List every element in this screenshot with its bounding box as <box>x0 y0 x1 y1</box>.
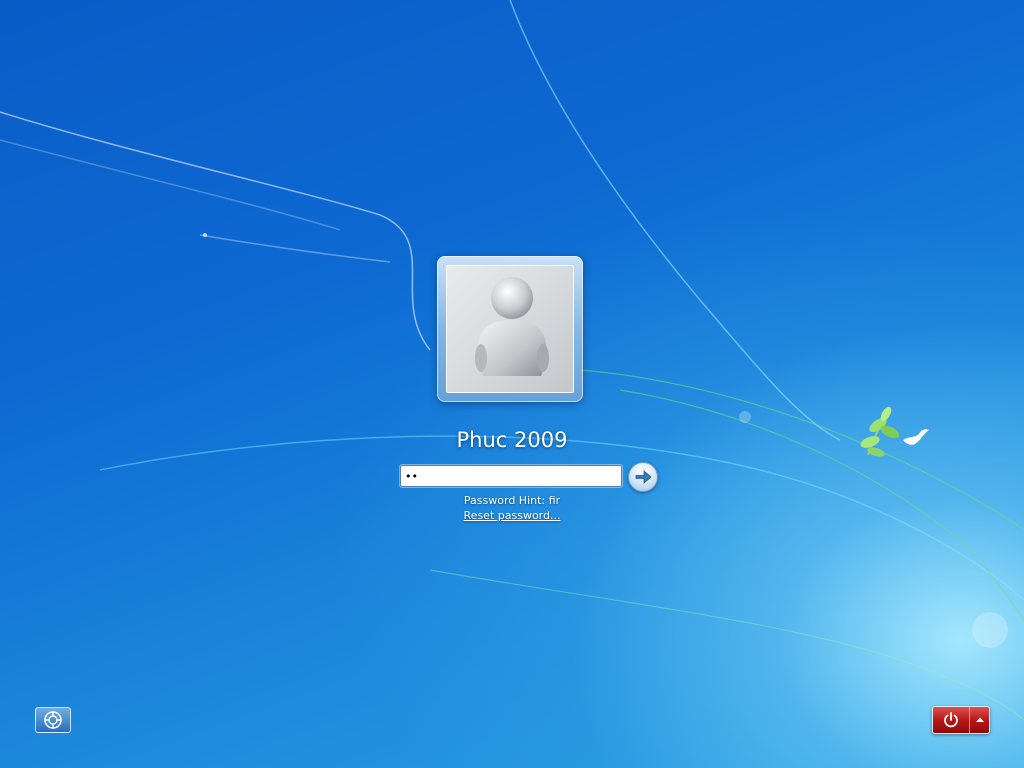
reset-password-link[interactable]: Reset password... <box>312 509 712 522</box>
shut-down-options-button[interactable] <box>970 707 989 733</box>
chevron-up-icon <box>975 717 984 722</box>
arrow-right-icon <box>635 470 652 484</box>
password-hint: Password Hint: fir <box>463 494 561 507</box>
ease-of-access-button[interactable] <box>35 707 71 733</box>
power-icon <box>944 712 958 728</box>
submit-button[interactable] <box>628 462 658 492</box>
ease-of-access-icon <box>44 711 62 729</box>
user-tile[interactable] <box>437 256 583 402</box>
password-field[interactable] <box>400 465 622 487</box>
shut-down-button[interactable] <box>933 707 970 733</box>
user-name: Phuc 2009 <box>456 428 568 452</box>
power-controls <box>932 706 990 734</box>
user-avatar <box>446 265 574 393</box>
user-silhouette-icon <box>475 277 549 376</box>
